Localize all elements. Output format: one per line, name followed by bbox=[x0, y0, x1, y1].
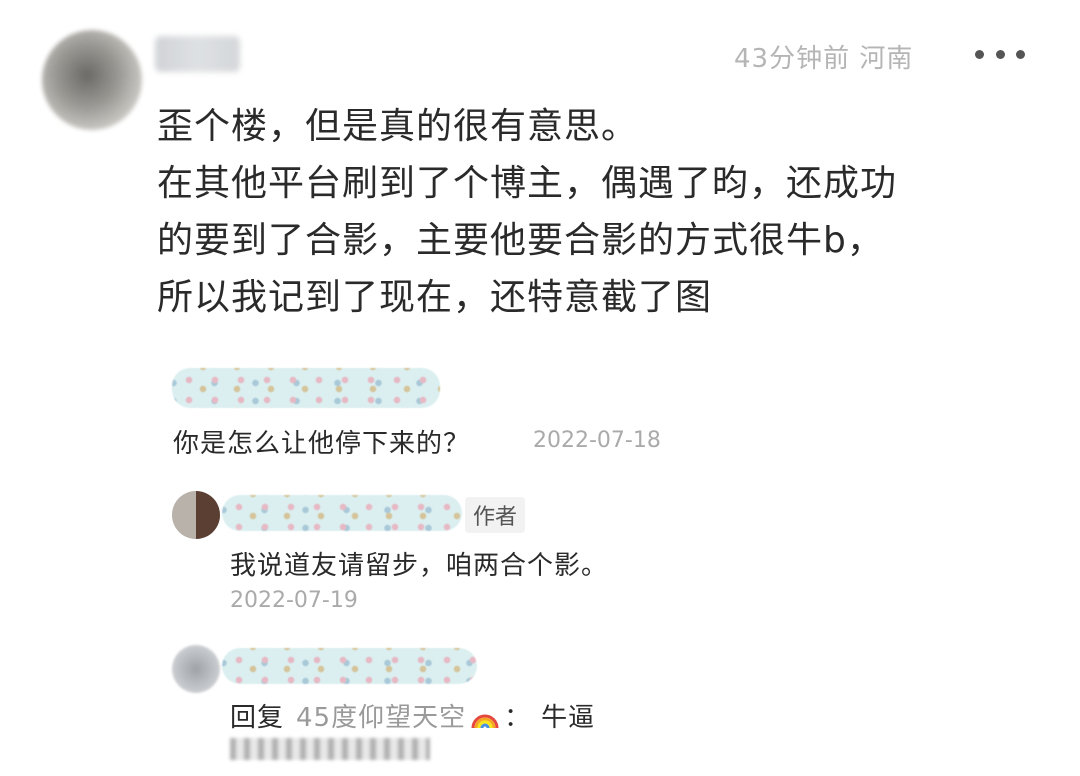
reply-text: 牛逼 bbox=[541, 703, 596, 733]
author-badge: 作者 bbox=[465, 497, 526, 533]
reply-username-blurred[interactable] bbox=[222, 495, 462, 531]
reply-avatar[interactable] bbox=[172, 645, 220, 693]
post-body-line: 所以我记到了现在，还特意截了图 bbox=[157, 277, 713, 318]
reply-username-blurred[interactable] bbox=[172, 368, 440, 408]
reply-date: 2022-07-19 bbox=[230, 588, 358, 613]
post-body-line: 在其他平台刷到了个博主，偶遇了昀，还成功 bbox=[157, 163, 898, 204]
blurred-text bbox=[230, 738, 430, 760]
reply-prefix: 回复 bbox=[230, 703, 285, 733]
post-body-line: 的要到了合影，主要他要合影的方式很牛b， bbox=[157, 220, 884, 261]
reply-text: 你是怎么让他停下来的？ bbox=[173, 429, 471, 459]
post-body: 歪个楼，但是真的很有意思。 在其他平台刷到了个博主，偶遇了昀，还成功 的要到了合… bbox=[157, 98, 1037, 326]
reply-avatar[interactable] bbox=[172, 491, 220, 539]
rainbow-icon bbox=[471, 714, 499, 729]
reply-username-blurred[interactable] bbox=[222, 648, 477, 684]
post-body-line: 歪个楼，但是真的很有意思。 bbox=[157, 106, 639, 147]
reply-date: 2022-07-18 bbox=[533, 428, 661, 453]
avatar[interactable] bbox=[42, 30, 142, 130]
mention-link[interactable]: 45度仰望天空 bbox=[296, 703, 466, 733]
more-icon[interactable] bbox=[975, 40, 1025, 68]
reply-text-line: 回复 45度仰望天空 ： 牛逼 bbox=[230, 697, 595, 734]
reply-separator: ： bbox=[504, 703, 532, 733]
reply-text: 我说道友请留步，咱两合个影。 bbox=[230, 551, 609, 581]
username-blurred[interactable] bbox=[155, 36, 240, 72]
post-meta: 43分钟前 河南 bbox=[734, 44, 914, 74]
